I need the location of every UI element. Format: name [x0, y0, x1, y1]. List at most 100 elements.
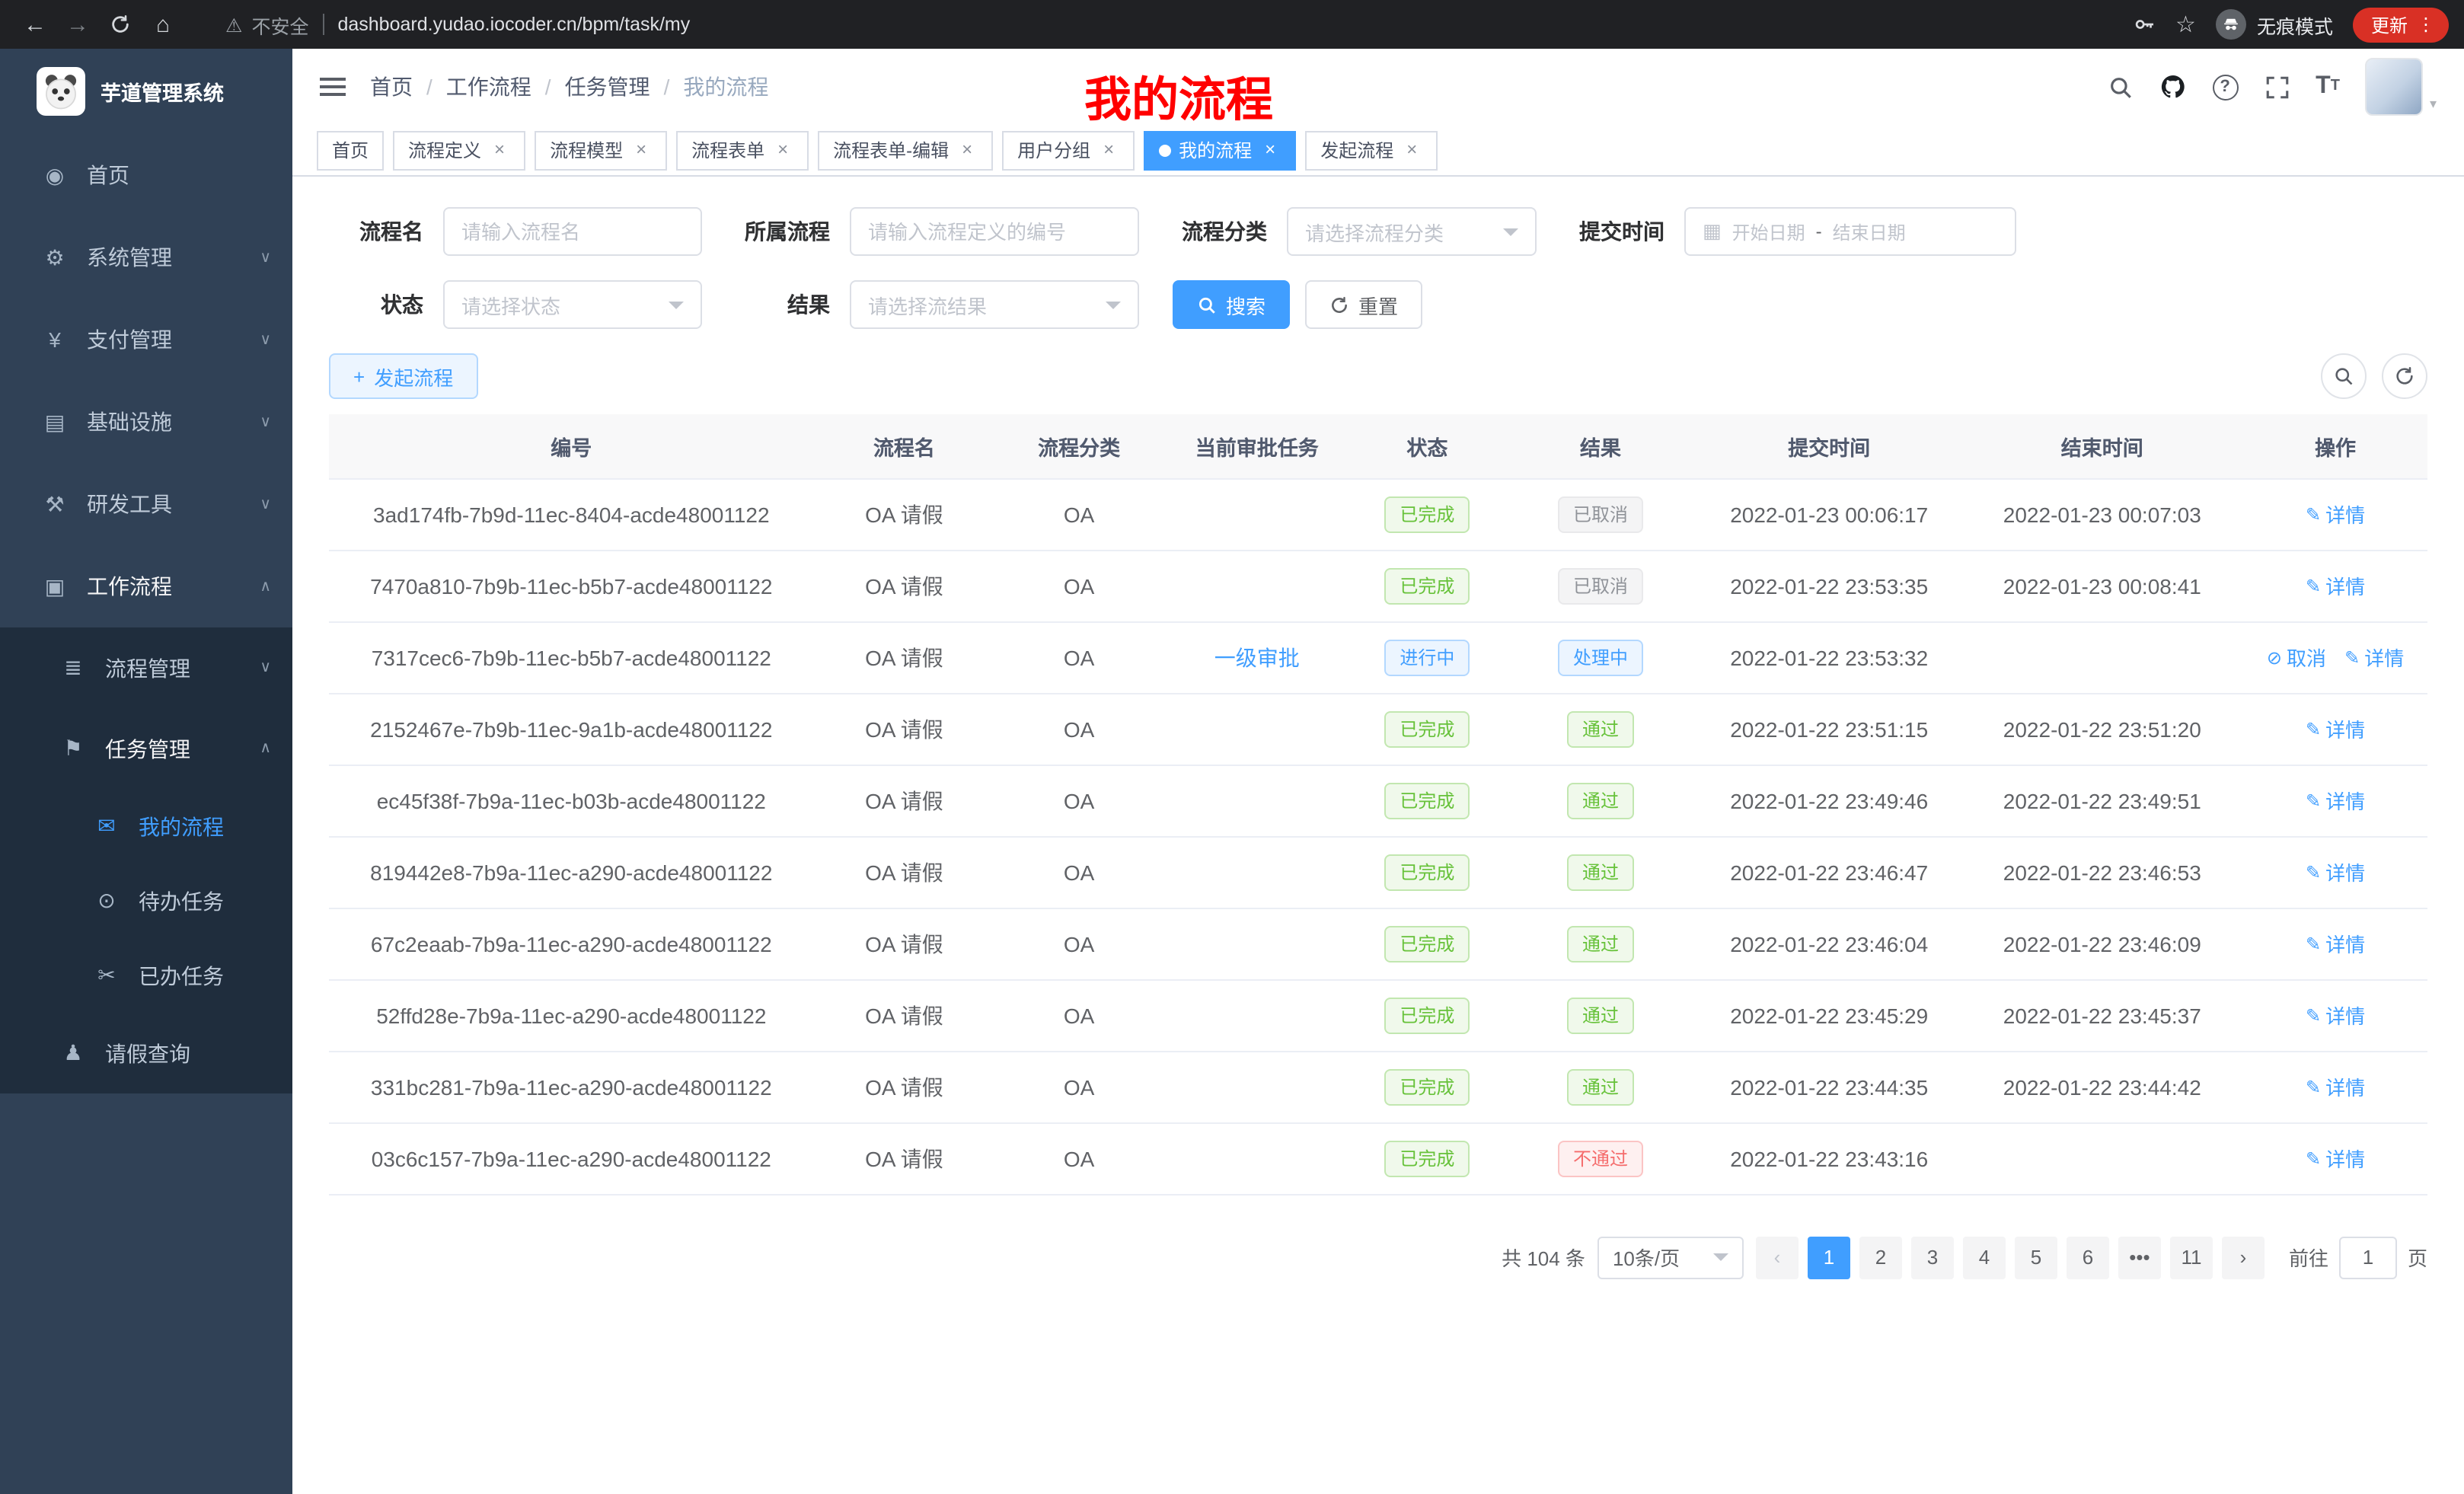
prev-page-button[interactable]: ‹ — [1756, 1236, 1799, 1279]
close-icon[interactable]: × — [1098, 139, 1119, 161]
tab-home[interactable]: 首页 — [317, 130, 384, 170]
reload-icon[interactable] — [101, 5, 140, 44]
close-icon[interactable]: × — [489, 139, 510, 161]
search-button[interactable]: 搜索 — [1173, 280, 1290, 329]
search-icon[interactable] — [2107, 74, 2133, 100]
tab-process-definition[interactable]: 流程定义 × — [393, 130, 525, 170]
detail-link[interactable]: ✎详情 — [2306, 857, 2365, 886]
tab-label: 用户分组 — [1017, 137, 1090, 163]
sidebar-item-infrastructure[interactable]: ▤ 基础设施 ∨ — [0, 381, 292, 463]
sidebar-item-home[interactable]: ◉ 首页 — [0, 134, 292, 216]
page-button-4[interactable]: 4 — [1963, 1236, 2006, 1279]
hamburger-icon[interactable] — [320, 78, 346, 96]
sidebar-item-process-management[interactable]: ≣ 流程管理 ∨ — [0, 627, 292, 708]
sidebar-item-my-process[interactable]: ✉ 我的流程 — [0, 789, 292, 864]
font-size-icon[interactable]: TT — [2316, 75, 2340, 99]
task-link[interactable]: 一级审批 — [1214, 645, 1300, 669]
key-icon[interactable] — [2131, 12, 2156, 37]
parent-process-input[interactable] — [850, 207, 1139, 256]
tab-my-process[interactable]: 我的流程 × — [1144, 130, 1296, 170]
back-icon[interactable]: ← — [15, 5, 55, 44]
update-button[interactable]: 更新 ⋮ — [2353, 7, 2449, 42]
breadcrumb-workflow[interactable]: 工作流程 — [446, 72, 531, 102]
browser-toolbar: ← → ⌂ ⚠ 不安全 dashboard.yudao.iocoder.cn/b… — [0, 0, 2464, 49]
sidebar-item-todo-tasks[interactable]: ⊙ 待办任务 — [0, 864, 292, 938]
caret-down-icon: ▾ — [2430, 96, 2437, 116]
chevron-down-icon: ∨ — [260, 331, 271, 348]
tab-start-process[interactable]: 发起流程 × — [1305, 130, 1438, 170]
detail-link[interactable]: ✎详情 — [2306, 1001, 2365, 1030]
goto-page-input[interactable] — [2339, 1236, 2397, 1279]
breadcrumb-task-management[interactable]: 任务管理 — [565, 72, 650, 102]
page-button-3[interactable]: 3 — [1911, 1236, 1954, 1279]
sidebar-item-payment[interactable]: ¥ 支付管理 ∨ — [0, 298, 292, 381]
sidebar-item-devtools[interactable]: ⚒ 研发工具 ∨ — [0, 463, 292, 545]
page-button-11[interactable]: 11 — [2170, 1236, 2213, 1279]
close-icon[interactable]: × — [772, 139, 793, 161]
result-select[interactable]: 请选择流结果 — [850, 280, 1139, 329]
address-bar[interactable]: ⚠ 不安全 dashboard.yudao.iocoder.cn/bpm/tas… — [225, 10, 2128, 39]
category-select[interactable]: 请选择流程分类 — [1287, 207, 1537, 256]
detail-link[interactable]: ✎详情 — [2306, 500, 2365, 528]
detail-link[interactable]: ✎详情 — [2306, 1144, 2365, 1173]
bookmark-star-icon[interactable]: ☆ — [2175, 11, 2196, 38]
help-icon[interactable]: ? — [2212, 74, 2238, 100]
cancel-link[interactable]: ⊘取消 — [2267, 643, 2326, 672]
breadcrumb: 首页 / 工作流程 / 任务管理 / 我的流程 — [370, 72, 768, 102]
url-text[interactable]: dashboard.yudao.iocoder.cn/bpm/task/my — [337, 14, 690, 35]
close-icon[interactable]: × — [1401, 139, 1422, 161]
detail-link[interactable]: ✎详情 — [2344, 643, 2404, 672]
status-badge: 已完成 — [1384, 1068, 1470, 1105]
cell-category: OA — [994, 621, 1163, 693]
github-icon[interactable] — [2159, 73, 2186, 101]
process-name-input[interactable] — [443, 207, 702, 256]
sidebar-item-task-management[interactable]: ⚑ 任务管理 ∧ — [0, 708, 292, 789]
forward-icon[interactable]: → — [58, 5, 97, 44]
home-icon[interactable]: ⌂ — [143, 5, 183, 44]
page-size-select[interactable]: 10条/页 — [1597, 1236, 1744, 1279]
detail-link[interactable]: ✎详情 — [2306, 929, 2365, 958]
fullscreen-icon[interactable] — [2264, 74, 2290, 100]
refresh-icon[interactable] — [2382, 353, 2427, 399]
close-icon[interactable]: × — [630, 139, 652, 161]
sidebar-item-leave-query[interactable]: ♟ 请假查询 — [0, 1013, 292, 1093]
start-process-button[interactable]: + 发起流程 — [329, 353, 477, 399]
sidebar-item-workflow[interactable]: ▣ 工作流程 ∧ — [0, 545, 292, 627]
cell-name: OA 请假 — [814, 621, 995, 693]
more-pages-button[interactable]: ••• — [2118, 1236, 2161, 1279]
close-icon[interactable]: × — [956, 139, 978, 161]
gear-icon: ⚙ — [40, 244, 70, 270]
page-button-1[interactable]: 1 — [1808, 1236, 1850, 1279]
menu-label: 我的流程 — [139, 811, 224, 841]
cell-actions: ✎详情 — [2243, 765, 2427, 836]
sidebar-item-system[interactable]: ⚙ 系统管理 ∨ — [0, 216, 292, 298]
cell-category: OA — [994, 1122, 1163, 1194]
tab-user-group[interactable]: 用户分组 × — [1002, 130, 1135, 170]
status-select[interactable]: 请选择状态 — [443, 280, 702, 329]
next-page-button[interactable]: › — [2222, 1236, 2265, 1279]
sidebar-item-done-tasks[interactable]: ✂ 已办任务 — [0, 938, 292, 1013]
page-button-6[interactable]: 6 — [2067, 1236, 2109, 1279]
hide-search-icon[interactable] — [2321, 353, 2367, 399]
goto-label: 前往 — [2289, 1243, 2328, 1272]
breadcrumb-home[interactable]: 首页 — [370, 72, 413, 102]
table-row: 819442e8-7b9a-11ec-a290-acde48001122 OA … — [329, 836, 2427, 908]
page-button-5[interactable]: 5 — [2015, 1236, 2057, 1279]
reset-button[interactable]: 重置 — [1305, 280, 1422, 329]
close-icon[interactable]: × — [1259, 139, 1281, 161]
goto-page: 前往 页 — [2289, 1236, 2427, 1279]
detail-link[interactable]: ✎详情 — [2306, 714, 2365, 743]
detail-link[interactable]: ✎详情 — [2306, 1072, 2365, 1101]
user-menu[interactable]: ▾ — [2366, 58, 2437, 116]
detail-link[interactable]: ✎详情 — [2306, 571, 2365, 600]
status-badge: 已完成 — [1384, 496, 1470, 532]
detail-link[interactable]: ✎详情 — [2306, 786, 2365, 815]
site-info[interactable]: ⚠ 不安全 — [225, 10, 308, 39]
app-logo[interactable]: 芋道管理系统 — [0, 49, 292, 134]
cell-result: 通过 — [1504, 908, 1697, 979]
date-range-picker[interactable]: ▦ 开始日期 - 结束日期 — [1684, 207, 2016, 256]
tab-process-form-edit[interactable]: 流程表单-编辑 × — [818, 130, 993, 170]
tab-process-model[interactable]: 流程模型 × — [535, 130, 667, 170]
tab-process-form[interactable]: 流程表单 × — [676, 130, 809, 170]
page-button-2[interactable]: 2 — [1859, 1236, 1902, 1279]
